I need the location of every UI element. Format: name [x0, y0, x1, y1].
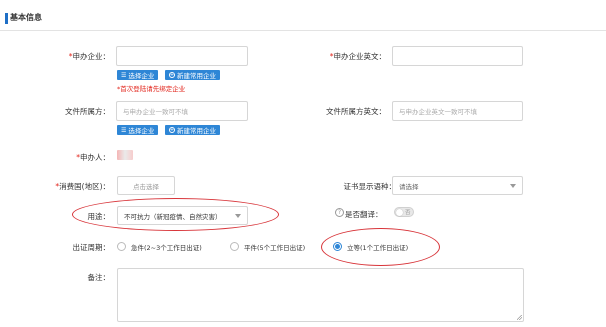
annotation-oval-immediate: [321, 228, 440, 266]
list-icon: ☰: [121, 126, 127, 134]
plus-icon: +: [169, 126, 175, 133]
issue-period-label: 出证周期：: [72, 243, 111, 252]
doc-owner-label: 文件所属方：: [65, 107, 110, 116]
create-company-button[interactable]: + 新建常用企业: [165, 70, 220, 80]
radio-normal-label[interactable]: 平件(5个工作日出证): [244, 242, 305, 252]
doc-owner-en-input[interactable]: 与申办企业英文一致可不填: [392, 101, 523, 121]
section-divider: [0, 30, 606, 31]
applicant-person-avatar: [117, 150, 133, 160]
doc-owner-select-company-button[interactable]: ☰ 选择企业: [117, 125, 159, 135]
toggle-knob: [396, 208, 403, 216]
translate-toggle[interactable]: 否: [394, 207, 414, 217]
destination-label: *消费国(地区)：: [55, 182, 110, 191]
resize-handle-icon[interactable]: [517, 315, 522, 320]
applicant-company-label: *申办企业：: [68, 52, 110, 61]
annotation-oval-purpose: [72, 198, 279, 231]
list-icon: ☰: [121, 71, 127, 79]
bind-company-hint: *首次登陆请先绑定企业: [117, 85, 186, 93]
plus-icon: +: [169, 71, 175, 78]
destination-select-button[interactable]: 点击选择: [117, 176, 175, 195]
cert-language-select[interactable]: 请选择: [392, 176, 523, 195]
chevron-down-icon: [510, 183, 516, 188]
radio-urgent[interactable]: [117, 242, 126, 251]
applicant-company-en-label: *申办企业英文：: [329, 52, 386, 61]
applicant-person-label: *申办人：: [76, 153, 110, 162]
remarks-label: 备注：: [87, 273, 111, 282]
doc-owner-input[interactable]: 与申办企业一致可不填: [116, 101, 248, 121]
radio-normal[interactable]: [230, 242, 239, 251]
select-company-button[interactable]: ☰ 选择企业: [117, 70, 159, 80]
translate-label: 是否翻译：: [345, 210, 383, 219]
applicant-company-input[interactable]: [116, 46, 248, 66]
doc-owner-create-company-button[interactable]: + 新建常用企业: [165, 125, 220, 135]
applicant-company-en-input[interactable]: [392, 46, 523, 66]
section-title: 基本信息: [10, 13, 42, 22]
remarks-textarea[interactable]: [117, 268, 524, 322]
cert-language-label: 证书显示语种：: [343, 182, 397, 191]
doc-owner-en-label: 文件所属方英文：: [326, 107, 386, 116]
cert-language-value: 请选择: [399, 182, 419, 191]
section-marker: [5, 13, 8, 24]
toggle-text: 否: [405, 210, 411, 216]
help-icon[interactable]: ?: [335, 208, 344, 217]
radio-urgent-label[interactable]: 急件(2~3个工作日出证): [131, 242, 202, 252]
